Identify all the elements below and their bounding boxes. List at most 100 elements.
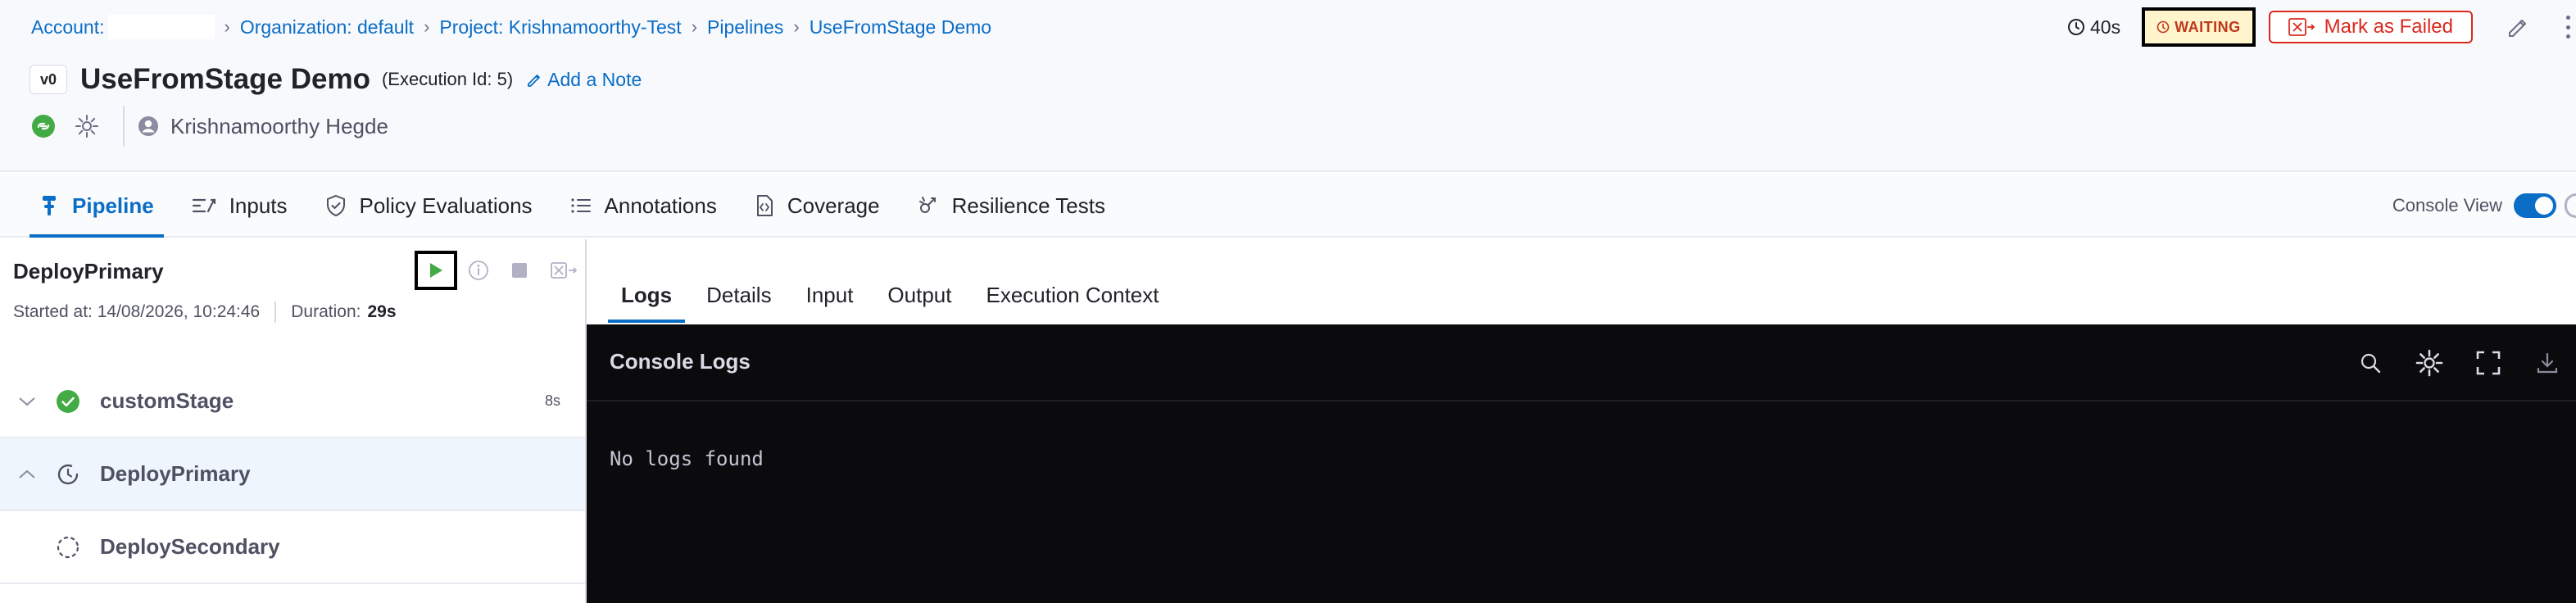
tab-output[interactable]: Output [874, 272, 964, 318]
title-row: v0 UseFromStage Demo (Execution Id: 5) A… [29, 61, 642, 98]
add-note-label: Add a Note [547, 68, 642, 90]
stage-row-customstage[interactable]: customStage 8s [0, 365, 585, 438]
stage-list: customStage 8s DeployPrimary DeploySecon… [0, 365, 585, 584]
play-icon [430, 263, 442, 278]
tab-policy-evaluations[interactable]: Policy Evaluations [315, 174, 542, 238]
breadcrumb-organization[interactable]: Organization: default [240, 16, 414, 39]
info-button[interactable] [462, 254, 495, 287]
console-title: Console Logs [610, 349, 751, 374]
mark-failed-icon [2288, 18, 2315, 36]
divider [123, 106, 125, 147]
mark-failed-icon [551, 262, 578, 279]
tab-execution-context[interactable]: Execution Context [973, 272, 1172, 318]
console-toolbar [2352, 344, 2576, 382]
console-logs: Console Logs No logs found [587, 324, 2576, 603]
stage-time: 8s [544, 392, 560, 409]
more-options-icon[interactable] [2560, 11, 2576, 43]
policy-icon [326, 194, 345, 217]
execution-header: Account: › Organization: default › Proje… [0, 0, 2576, 172]
tab-coverage[interactable]: Coverage [745, 174, 890, 238]
tab-input[interactable]: Input [793, 272, 867, 318]
tab-inputs[interactable]: Inputs [182, 174, 297, 238]
duration-value: 29s [367, 302, 397, 321]
mark-as-failed-button[interactable]: Mark as Failed [2268, 11, 2473, 43]
mark-as-failed-label: Mark as Failed [2324, 16, 2453, 38]
settings-icon[interactable] [2410, 344, 2448, 382]
success-check-icon [54, 388, 82, 415]
search-icon[interactable] [2352, 344, 2389, 382]
resilience-icon [918, 197, 936, 213]
breadcrumb-pipelines[interactable]: Pipelines [707, 16, 783, 39]
stage-name: DeploySecondary [100, 534, 280, 559]
breadcrumb-project[interactable]: Project: Krishnamoorthy-Test [439, 16, 681, 39]
expand-icon[interactable] [2469, 344, 2507, 382]
stage-actions [415, 251, 585, 290]
chevron-up-icon[interactable] [18, 469, 36, 480]
meta-row: Krishnamoorthy Hegde [31, 106, 388, 147]
chevron-right-icon: › [691, 16, 698, 37]
execution-timer: 40s [2067, 16, 2120, 39]
account-name-redacted [107, 15, 215, 39]
chevron-down-icon[interactable] [18, 396, 36, 407]
stage-meta: Started at: 14/08/2026, 10:24:46 Duratio… [13, 300, 397, 324]
user-avatar-icon [138, 116, 158, 136]
waiting-clock-icon [2156, 20, 2170, 34]
tab-label: Annotations [604, 193, 717, 218]
stop-icon [512, 263, 527, 278]
stage-panel: DeployPrimary Started at: 14/08/2026, 10… [0, 239, 587, 603]
author-name: Krishnamoorthy Hegde [170, 113, 388, 138]
stop-button[interactable] [503, 254, 536, 287]
execution-tabs: Pipeline Inputs Policy Evaluations Annot… [0, 174, 2576, 238]
breadcrumb: Account: › Organization: default › Proje… [31, 13, 991, 41]
tab-label: Inputs [229, 193, 288, 218]
edit-pipeline-button[interactable] [2504, 13, 2532, 41]
mark-stage-failed-button[interactable] [544, 254, 585, 287]
tab-list: Pipeline Inputs Policy Evaluations Annot… [29, 174, 1133, 238]
download-icon[interactable] [2528, 344, 2566, 382]
tab-label: Resilience Tests [951, 193, 1105, 218]
link-status-icon [32, 115, 55, 138]
stage-name: DeployPrimary [100, 461, 251, 486]
breadcrumb-pipeline[interactable]: UseFromStage Demo [810, 16, 991, 39]
console-header: Console Logs [587, 324, 2576, 401]
header-actions: 40s WAITING Mark as Failed [2067, 5, 2576, 49]
resume-stage-button[interactable] [415, 251, 457, 290]
coverage-icon [756, 195, 773, 216]
tab-resilience-tests[interactable]: Resilience Tests [908, 174, 1115, 238]
stage-row-deploysecondary[interactable]: DeploySecondary [0, 511, 585, 584]
breadcrumb-account-label: Account: [31, 16, 105, 38]
pencil-icon [2509, 20, 2526, 37]
tab-details[interactable]: Details [693, 272, 784, 318]
stage-row-deployprimary[interactable]: DeployPrimary [0, 438, 585, 511]
console-view-toggle[interactable]: Console View [2392, 174, 2576, 238]
step-details-panel: Logs Details Input Output Execution Cont… [587, 239, 2576, 603]
breadcrumb-account[interactable]: Account: [31, 15, 215, 39]
stage-title: DeployPrimary [13, 259, 164, 283]
console-view-label: Console View [2392, 195, 2502, 215]
tab-logs[interactable]: Logs [608, 272, 686, 323]
console-view-switch[interactable] [2514, 193, 2556, 218]
status-label: WAITING [2175, 18, 2241, 35]
details-tabs: Logs Details Input Output Execution Cont… [608, 272, 1181, 323]
tab-label: Coverage [787, 193, 880, 218]
execution-id: (Execution Id: 5) [381, 69, 514, 89]
tab-annotations[interactable]: Annotations [560, 174, 727, 238]
chevron-right-icon: › [793, 16, 800, 37]
annotations-icon [570, 198, 591, 213]
clock-icon [2068, 19, 2085, 35]
tab-label: Policy Evaluations [359, 193, 533, 218]
add-note-link[interactable]: Add a Note [526, 69, 642, 91]
chevron-right-icon: › [424, 16, 430, 37]
status-badge: WAITING [2142, 7, 2256, 47]
tab-pipeline[interactable]: Pipeline [29, 174, 164, 238]
author: Krishnamoorthy Hegde [138, 114, 388, 139]
info-icon [469, 261, 488, 280]
divider [274, 302, 277, 323]
gear-icon[interactable] [74, 113, 100, 139]
version-badge: v0 [29, 65, 67, 94]
not-started-icon [54, 533, 82, 561]
page-title: UseFromStage Demo [80, 63, 370, 95]
execution-duration: 40s [2090, 16, 2121, 38]
started-at: Started at: 14/08/2026, 10:24:46 [13, 302, 261, 321]
next-toggle-edge[interactable] [2565, 193, 2576, 218]
